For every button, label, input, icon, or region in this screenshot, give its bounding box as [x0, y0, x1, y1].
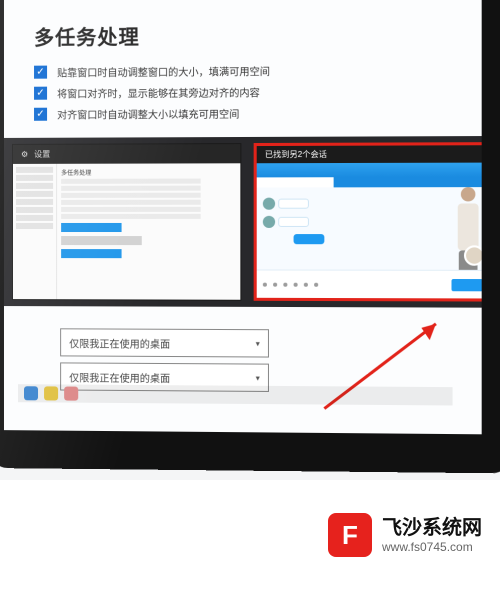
screen-area: 多任务处理 ✓ 贴靠窗口时自动调整窗口的大小，填满可用空间 ✓ 将窗口对齐时，显… [4, 0, 482, 434]
mini-toggle-off [61, 236, 142, 245]
option-1-label: 贴靠窗口时自动调整窗口的大小，填满可用空间 [57, 63, 270, 80]
dropdown-1[interactable]: 仅限我正在使用的桌面 ▾ [60, 328, 269, 357]
snap-right-titlebar: 已找到另2个会话 [257, 145, 482, 163]
mini-avatar-icon [464, 245, 482, 265]
checkbox-icon[interactable]: ✓ [34, 66, 47, 79]
taskbar-icon[interactable] [44, 386, 58, 400]
avatar-icon [263, 216, 275, 228]
dropdown-2-value: 仅限我正在使用的桌面 [69, 369, 170, 385]
mini-main-panel: 多任务处理 [57, 163, 240, 299]
taskbar-icon[interactable] [24, 386, 38, 400]
chat-tabs [257, 177, 482, 188]
gear-icon: ⚙ [21, 150, 28, 159]
chat-bubble [278, 199, 309, 209]
mini-sidebar [13, 164, 57, 299]
checkbox-icon[interactable]: ✓ [34, 108, 47, 121]
dropdown-1-value: 仅限我正在使用的桌面 [69, 335, 170, 351]
taskbar[interactable] [18, 384, 453, 405]
send-button[interactable] [451, 278, 481, 290]
chat-header-bar [257, 163, 482, 178]
taskbar-icon[interactable] [64, 387, 78, 401]
mini-toggle-on [61, 223, 121, 232]
option-row-2[interactable]: ✓ 将窗口对齐时，显示能够在其旁边对齐的内容 [34, 83, 450, 101]
mini-heading: 多任务处理 [61, 167, 236, 176]
snap-left-body: 多任务处理 [13, 163, 240, 299]
chevron-down-icon: ▾ [256, 339, 260, 348]
chevron-down-icon: ▾ [256, 373, 260, 382]
chat-bubble [278, 217, 309, 227]
checkbox-icon[interactable]: ✓ [34, 87, 47, 100]
settings-page: 多任务处理 ✓ 贴靠窗口时自动调整窗口的大小，填满可用空间 ✓ 将窗口对齐时，显… [4, 0, 482, 156]
watermark-text-block: 飞沙系统网 www.fs0745.com [382, 516, 482, 554]
snap-right-window[interactable]: 已找到另2个会话 [254, 142, 482, 301]
watermark-logo: F [328, 513, 372, 557]
page-title: 多任务处理 [34, 18, 450, 51]
avatar-icon [263, 198, 275, 210]
snap-assist-overlay: ⚙ 设置 多任务处理 [4, 136, 482, 308]
snap-left-titlebar: ⚙ 设置 [13, 144, 240, 164]
chat-tool-icons [263, 282, 318, 286]
snap-left-window[interactable]: ⚙ 设置 多任务处理 [12, 143, 241, 301]
snap-right-body [257, 163, 482, 299]
chat-bubble-sent [294, 234, 325, 244]
chat-message-list [263, 198, 325, 245]
snap-left-title-text: 设置 [34, 149, 50, 160]
chat-toolbar [257, 269, 482, 298]
option-3-label: 对齐窗口时自动调整大小以填充可用空间 [57, 106, 239, 122]
mini-blue-line [61, 179, 201, 184]
mini-toggle-on [61, 249, 121, 258]
watermark-title: 飞沙系统网 [382, 516, 482, 540]
watermark-strip: F 飞沙系统网 www.fs0745.com [0, 480, 500, 590]
option-row-1[interactable]: ✓ 贴靠窗口时自动调整窗口的大小，填满可用空间 [34, 62, 450, 80]
watermark-url: www.fs0745.com [382, 540, 482, 554]
option-2-label: 将窗口对齐时，显示能够在其旁边对齐的内容 [57, 84, 260, 100]
option-row-3[interactable]: ✓ 对齐窗口时自动调整大小以填充可用空间 [34, 105, 450, 122]
monitor-frame: 多任务处理 ✓ 贴靠窗口时自动调整窗口的大小，填满可用空间 ✓ 将窗口对齐时，显… [0, 0, 500, 473]
